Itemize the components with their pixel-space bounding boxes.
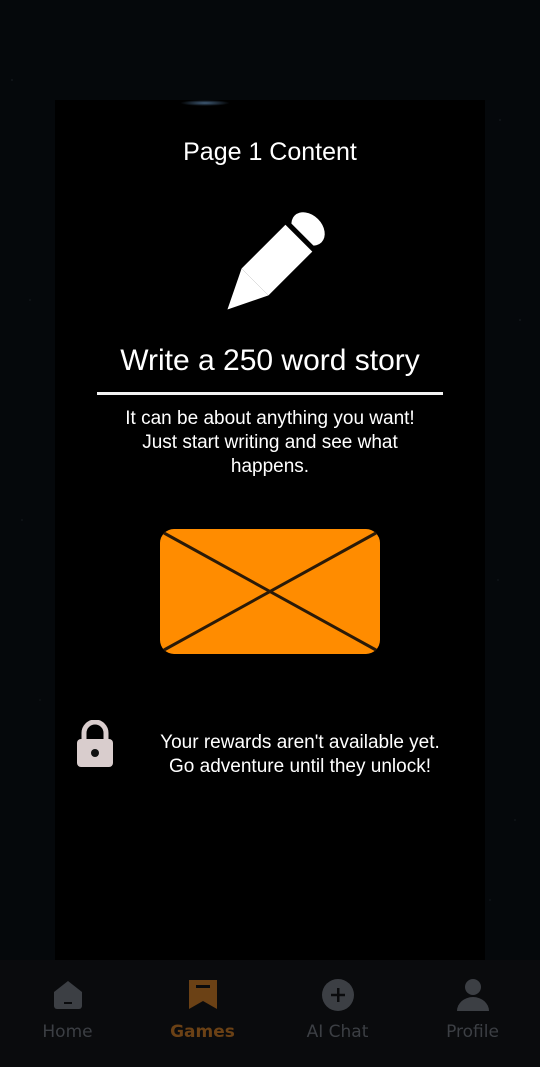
- title-divider: [97, 392, 443, 395]
- page-title: Page 1 Content: [183, 138, 357, 166]
- bottom-nav-bar: Home Games AI Chat Profile: [0, 960, 540, 1067]
- nav-label-games: Games: [170, 1022, 235, 1042]
- plus-circle-icon: [321, 979, 354, 1011]
- nav-item-home[interactable]: Home: [0, 960, 135, 1067]
- pencil-icon: [227, 212, 325, 310]
- top-glow: [180, 100, 230, 106]
- nav-label-home: Home: [42, 1022, 93, 1042]
- bookmark-icon: [188, 980, 217, 1009]
- nav-item-profile[interactable]: Profile: [405, 960, 540, 1067]
- nav-item-games[interactable]: Games: [135, 960, 270, 1067]
- person-icon: [456, 979, 489, 1011]
- home-icon: [53, 981, 82, 1009]
- lock-icon: [77, 720, 113, 767]
- rewards-message-line2: Go adventure until they unlock!: [169, 756, 431, 777]
- story-prompt-description: It can be about anything you want! Just …: [125, 408, 415, 477]
- nav-item-ai-chat[interactable]: AI Chat: [270, 960, 405, 1067]
- nav-label-ai-chat: AI Chat: [306, 1022, 369, 1042]
- rewards-message-line1: Your rewards aren't available yet.: [160, 732, 440, 753]
- nav-label-profile: Profile: [446, 1022, 499, 1042]
- story-prompt-title: Write a 250 word story: [120, 344, 420, 377]
- envelope-button[interactable]: [159, 528, 381, 655]
- rewards-locked-message: Your rewards aren't available yet. Go ad…: [135, 731, 465, 779]
